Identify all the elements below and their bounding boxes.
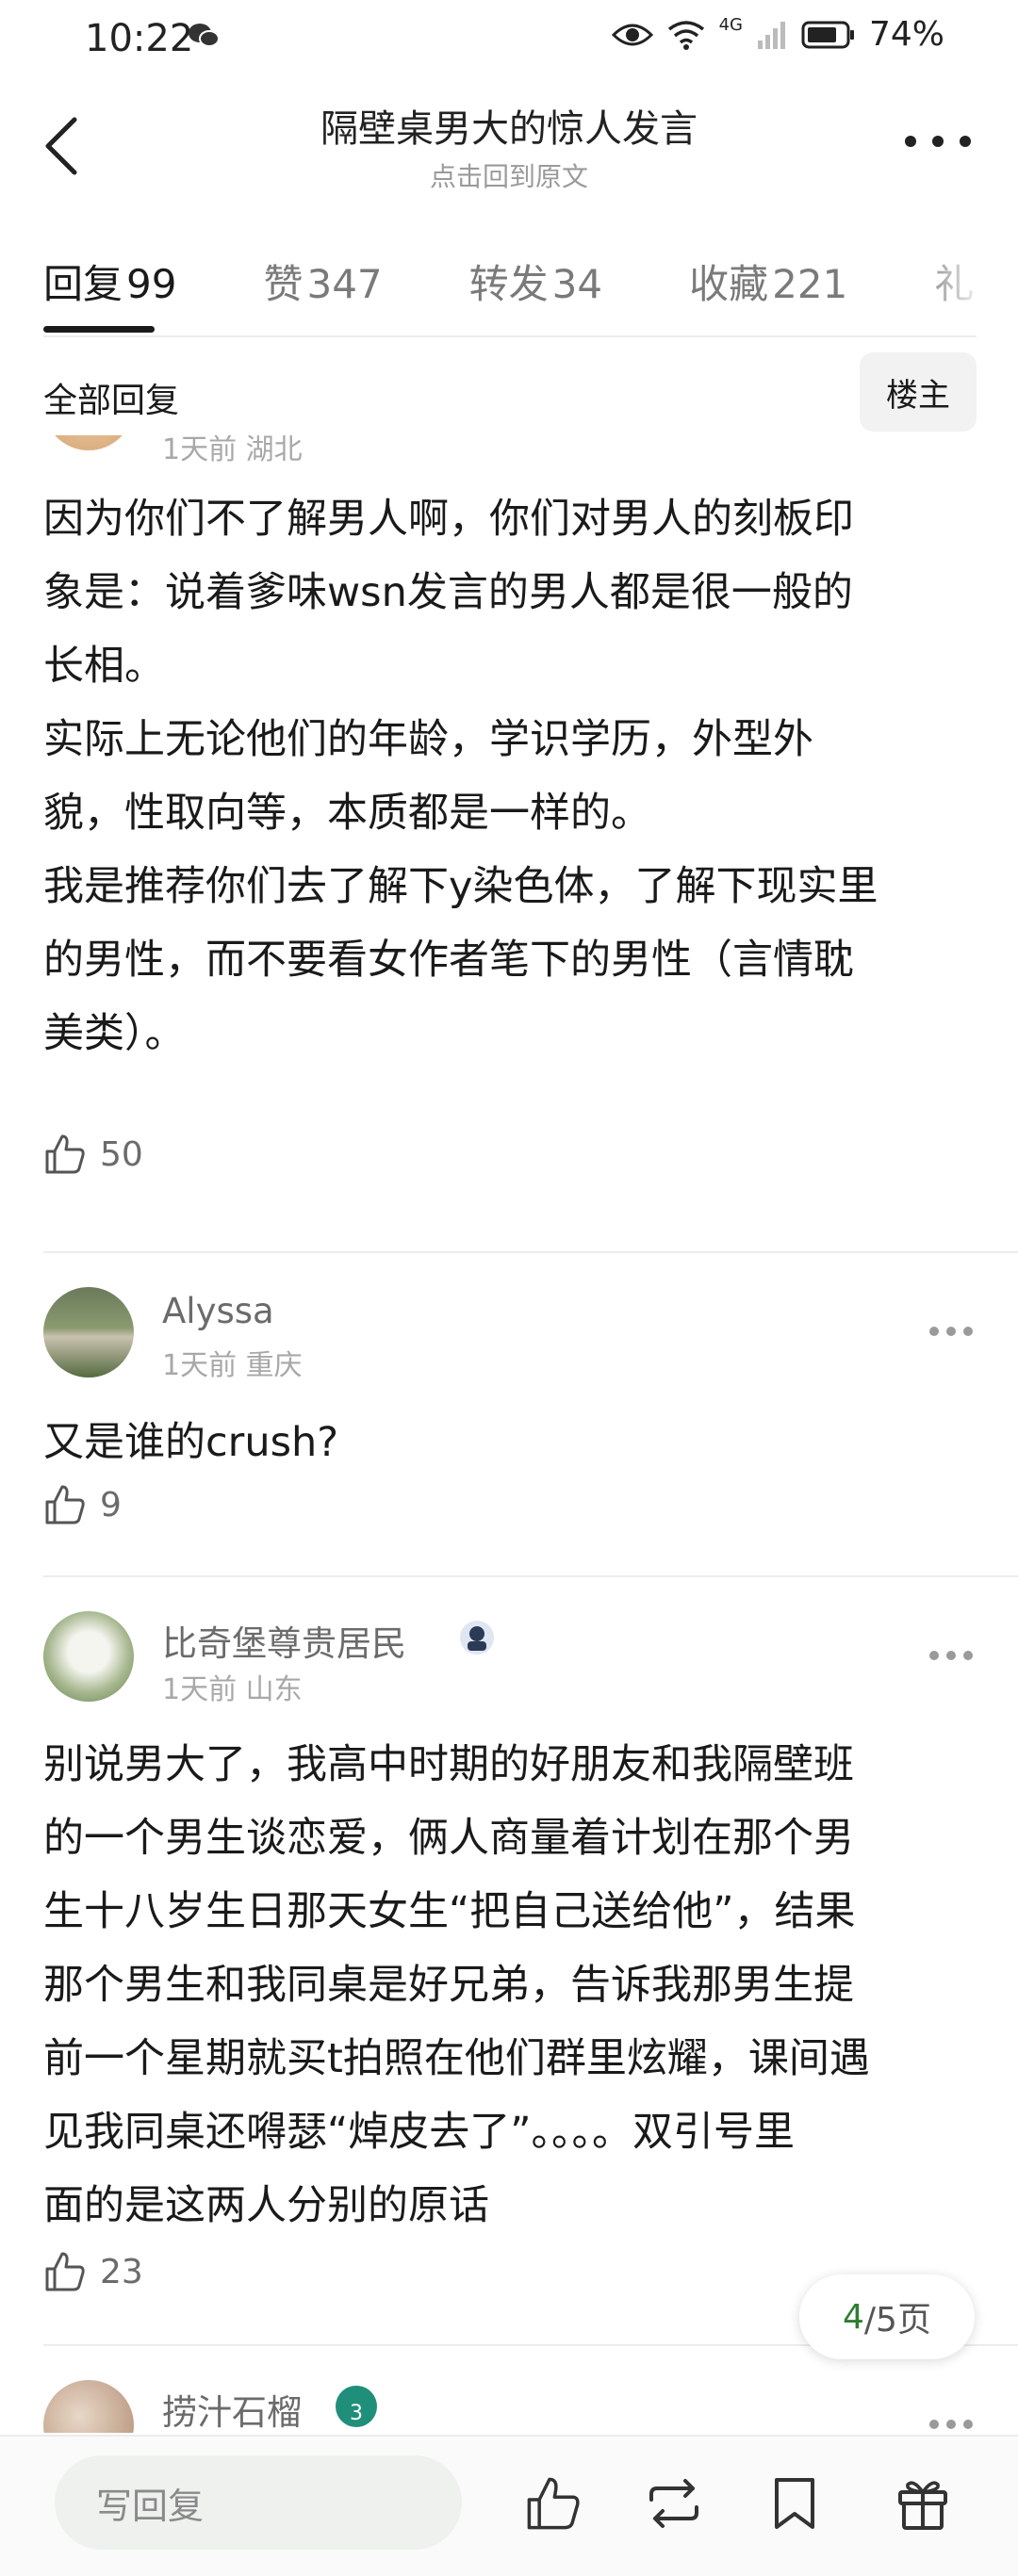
comment-author[interactable]: 比奇堡尊贵居民 (162, 1615, 406, 1666)
comment-list: 1天前 湖北 因为你们不了解男人啊，你们对男人的刻板印 象是：说着爹味wsn发言… (0, 435, 1018, 2433)
back-to-original-link[interactable]: 点击回到原文 (0, 156, 1018, 194)
comment-text: 又是谁的crush? (43, 1419, 339, 1466)
avatar[interactable] (43, 435, 134, 450)
avatar[interactable] (43, 2380, 134, 2433)
gift-icon (898, 2481, 947, 2530)
comment-more-icon[interactable] (929, 1651, 973, 1664)
page-title[interactable]: 隔壁桌男大的惊人发言 (0, 98, 1018, 153)
comment-meta: 1天前 湖北 (162, 435, 303, 466)
tab-replies[interactable]: 回复99 (43, 253, 176, 310)
status-time: 10:22 (85, 17, 194, 60)
total-pages: /5页 (863, 2301, 931, 2340)
gift-button[interactable] (890, 2470, 956, 2536)
like-count: 9 (100, 1485, 122, 1524)
comment-meta: 1天前 山东 (162, 1673, 303, 1706)
bookmark-button[interactable] (762, 2470, 828, 2536)
owner-only-button[interactable]: 楼主 (860, 352, 977, 432)
page-indicator[interactable]: 4/5页 (799, 2274, 975, 2359)
like-button[interactable]: 50 (43, 1133, 143, 1176)
wechat-icon (189, 24, 220, 47)
comment-author[interactable]: Alyssa (162, 1291, 274, 1331)
tab-fade (914, 236, 1018, 330)
avatar[interactable] (43, 1287, 134, 1378)
status-icons: 4G 74% (611, 15, 944, 54)
divider (43, 1575, 1018, 1577)
like-button[interactable]: 9 (43, 1483, 122, 1526)
tab-bar: 回复99 赞347 转发34 收藏221 礼 (43, 243, 1018, 318)
tab-favorites[interactable]: 收藏221 (689, 253, 847, 310)
bookmark-icon (775, 2478, 814, 2529)
like-button[interactable]: 23 (43, 2250, 143, 2293)
level-badge: 3 (336, 2386, 377, 2427)
comment-more-icon[interactable] (929, 1327, 973, 1340)
current-page: 4 (843, 2297, 864, 2337)
divider (43, 335, 977, 337)
battery-icon (801, 21, 854, 48)
repost-button[interactable] (641, 2470, 707, 2536)
like-icon (527, 2477, 580, 2530)
network-type: 4G (718, 15, 743, 35)
repost-icon (649, 2479, 698, 2528)
comment-text: 因为你们不了解男人啊，你们对男人的刻板印 象是：说着爹味wsn发言的男人都是很一… (43, 496, 878, 1057)
comment-meta: 1天前 重庆 (162, 1349, 303, 1382)
wifi-icon (667, 20, 704, 50)
comment-author[interactable]: 捞汁石榴 (162, 2384, 302, 2433)
tab-indicator (43, 326, 155, 333)
avatar[interactable] (43, 1611, 134, 1702)
battery-level: 74% (868, 15, 944, 54)
user-badge-icon (460, 1621, 494, 1655)
more-icon[interactable] (905, 122, 971, 160)
tab-reposts[interactable]: 转发34 (469, 253, 602, 310)
like-icon (45, 1134, 85, 1174)
reply-input[interactable]: 写回复 (55, 2455, 462, 2550)
like-icon (45, 2252, 85, 2291)
like-count: 50 (100, 1134, 143, 1174)
all-replies-filter[interactable]: 全部回复 (43, 373, 179, 422)
comment-more-icon[interactable] (929, 2420, 973, 2433)
like-icon (45, 1485, 85, 1524)
comment-text: 别说男大了，我高中时期的好朋友和我隔壁班 的一个男生谈恋爱，俩人商量着计划在那个… (43, 1741, 870, 2229)
eye-icon (611, 24, 653, 45)
like-count: 23 (100, 2252, 143, 2291)
like-post-button[interactable] (520, 2470, 586, 2536)
divider (43, 1251, 1018, 1253)
signal-icon (757, 21, 785, 49)
tab-likes[interactable]: 赞347 (263, 253, 382, 310)
